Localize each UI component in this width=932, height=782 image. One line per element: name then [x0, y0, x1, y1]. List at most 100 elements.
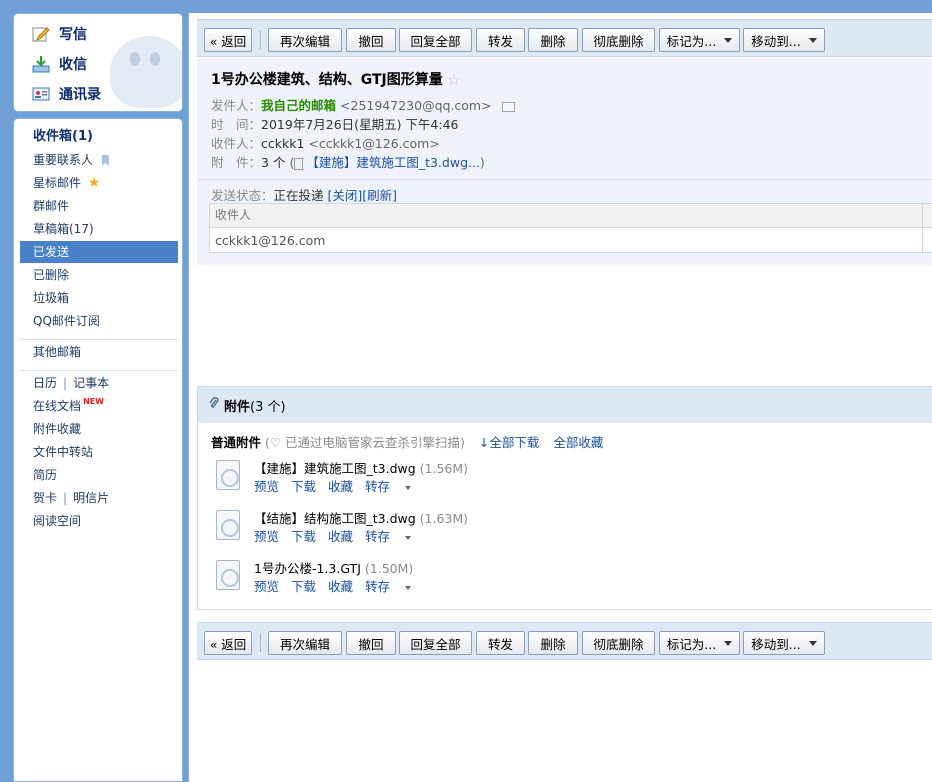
- back-button[interactable]: « 返回: [204, 28, 252, 52]
- receive-mail-button[interactable]: 收信: [32, 53, 87, 75]
- folder-drafts[interactable]: 草稿箱(17): [20, 218, 178, 240]
- contacts-card-icon: [32, 85, 50, 103]
- resume-link[interactable]: 简历: [20, 464, 178, 486]
- folder-deleted[interactable]: 已删除: [20, 264, 178, 286]
- cards-row: 贺卡 | 明信片: [33, 491, 110, 505]
- new-badge: NEW: [83, 397, 104, 406]
- recall-button[interactable]: 撤回: [346, 28, 396, 52]
- refresh-status-link[interactable]: [刷新]: [362, 188, 397, 203]
- contact-card-icon[interactable]: [501, 101, 515, 112]
- download-link[interactable]: 下载: [291, 529, 316, 544]
- attachment-name[interactable]: 【建施】建筑施工图_t3.dwg (1.56M): [254, 458, 468, 477]
- mail-read-panel: « 返回 再次编辑 撤回 回复全部 转发 删除 彻底删除 标记为... 移动到.…: [188, 13, 932, 782]
- save-to-label: 转存: [365, 579, 391, 594]
- favorite-link[interactable]: 收藏: [328, 529, 353, 544]
- attachment-favorites-link[interactable]: 附件收藏: [20, 418, 178, 440]
- mail-time: 2019年7月26日(星期五) 下午4:46: [261, 117, 459, 132]
- forward-button[interactable]: 转发: [476, 631, 525, 655]
- send-status-label: 发送状态：: [211, 188, 274, 203]
- folder-sent[interactable]: 已发送: [20, 241, 178, 263]
- file-transfer-link[interactable]: 文件中转站: [20, 441, 178, 463]
- compose-label: 写信: [59, 27, 87, 43]
- sender-name[interactable]: 我自己的邮箱: [261, 98, 336, 113]
- folder-other-mailbox[interactable]: 其他邮箱: [20, 341, 178, 363]
- mark-as-dropdown[interactable]: 标记为...: [659, 631, 740, 655]
- permanent-delete-button[interactable]: 彻底删除: [582, 631, 655, 655]
- mark-as-dropdown[interactable]: 标记为...: [659, 28, 740, 52]
- nav-divider: [20, 370, 178, 371]
- folder-starred[interactable]: 星标邮件 ★: [20, 172, 178, 194]
- reading-space-link[interactable]: 阅读空间: [20, 510, 178, 532]
- save-to-dropdown[interactable]: 转存: [365, 579, 412, 594]
- online-docs-label: 在线文档: [33, 399, 82, 413]
- chevron-down-icon: [724, 640, 733, 646]
- download-arrow-icon: ↓: [478, 435, 490, 450]
- toolbar-top: « 返回 再次编辑 撤回 回复全部 转发 删除 彻底删除 标记为... 移动到.…: [197, 19, 932, 57]
- file-type-icon[interactable]: [216, 510, 240, 540]
- attachment-name[interactable]: 1号办公楼-1.3.GTJ (1.50M): [254, 558, 413, 577]
- download-link[interactable]: 下载: [291, 579, 316, 594]
- file-type-icon[interactable]: [216, 560, 240, 590]
- to-label: 收件人：: [211, 136, 262, 151]
- save-to-label: 转存: [365, 479, 391, 494]
- favorite-link[interactable]: 收藏: [328, 579, 353, 594]
- reedit-button[interactable]: 再次编辑: [268, 631, 342, 655]
- folder-group-mail[interactable]: 群邮件: [20, 195, 178, 217]
- star-outline-icon[interactable]: ☆: [447, 70, 461, 89]
- move-to-label: 移动到...: [751, 636, 801, 652]
- move-to-label: 移动到...: [751, 33, 801, 49]
- preview-link[interactable]: 预览: [254, 579, 279, 594]
- back-button[interactable]: « 返回: [204, 631, 252, 655]
- delete-button[interactable]: 删除: [528, 28, 578, 52]
- chevron-down-icon: [405, 585, 412, 590]
- save-to-dropdown[interactable]: 转存: [365, 479, 412, 494]
- chevron-down-icon: [808, 640, 817, 646]
- folder-important-contacts[interactable]: 重要联系人: [20, 149, 178, 171]
- attachments-title: 附件: [224, 399, 251, 415]
- reedit-button[interactable]: 再次编辑: [268, 28, 342, 52]
- inbox-download-icon: [32, 55, 50, 73]
- folder-spam[interactable]: 垃圾箱: [20, 287, 178, 309]
- delete-button[interactable]: 删除: [528, 631, 578, 655]
- preview-link[interactable]: 预览: [254, 479, 279, 494]
- notes-link[interactable]: 记事本: [73, 376, 109, 390]
- attachment-preview-link[interactable]: 【建施】建筑施工图_t3.dwg...: [306, 155, 480, 170]
- favorite-link[interactable]: 收藏: [328, 479, 353, 494]
- calendar-link[interactable]: 日历: [33, 376, 57, 390]
- attachments-panel: 附件 (3 个) 普通附件 (♡ 已通过电脑管家云查杀引擎扫描) ↓全部下载 全部…: [197, 386, 932, 610]
- mark-as-label: 标记为...: [666, 636, 717, 652]
- permanent-delete-button[interactable]: 彻底删除: [582, 28, 655, 52]
- toolbar-divider: [260, 31, 261, 49]
- toolbar-bottom: « 返回 再次编辑 撤回 回复全部 转发 删除 彻底删除 标记为... 移动到.…: [197, 622, 932, 660]
- close-status-link[interactable]: [关闭]: [328, 188, 363, 203]
- attachment-name[interactable]: 【结施】结构施工图_t3.dwg (1.63M): [254, 508, 468, 527]
- greeting-cards-link[interactable]: 贺卡: [33, 491, 57, 505]
- reply-all-button[interactable]: 回复全部: [399, 631, 472, 655]
- save-to-dropdown[interactable]: 转存: [365, 529, 412, 544]
- reply-all-button[interactable]: 回复全部: [399, 28, 472, 52]
- chevron-down-icon: [405, 535, 412, 540]
- folder-sidebar: 收件箱(1) 重要联系人 星标邮件 ★ 群邮件 草稿箱(17) 已发送 已删除 …: [13, 118, 183, 782]
- mail-subject: 1号办公楼建筑、结构、GTJ图形算量 ☆: [211, 69, 461, 89]
- download-all-link[interactable]: ↓全部下载: [479, 435, 540, 450]
- postcards-link[interactable]: 明信片: [73, 491, 109, 505]
- preview-link[interactable]: 预览: [254, 529, 279, 544]
- folder-subscription[interactable]: QQ邮件订阅: [20, 310, 178, 332]
- file-icon: [294, 157, 304, 170]
- move-to-dropdown[interactable]: 移动到...: [743, 28, 825, 52]
- save-all-link[interactable]: 全部收藏: [553, 435, 603, 450]
- contacts-button[interactable]: 通讯录: [32, 83, 101, 105]
- move-to-dropdown[interactable]: 移动到...: [743, 631, 825, 655]
- recall-button[interactable]: 撤回: [346, 631, 396, 655]
- download-link[interactable]: 下载: [291, 479, 316, 494]
- compose-button[interactable]: 写信: [32, 23, 87, 45]
- forward-button[interactable]: 转发: [476, 28, 525, 52]
- toolbar-divider: [260, 634, 261, 652]
- time-label: 时 间：: [211, 117, 262, 132]
- folder-inbox[interactable]: 收件箱(1): [20, 126, 178, 148]
- online-docs-link[interactable]: 在线文档 NEW: [20, 395, 178, 417]
- folder-important-label: 重要联系人: [33, 153, 94, 167]
- subject-text: 1号办公楼建筑、结构、GTJ图形算量: [211, 72, 443, 88]
- file-type-icon[interactable]: [216, 460, 240, 490]
- recipient-name[interactable]: cckkk1: [261, 136, 304, 151]
